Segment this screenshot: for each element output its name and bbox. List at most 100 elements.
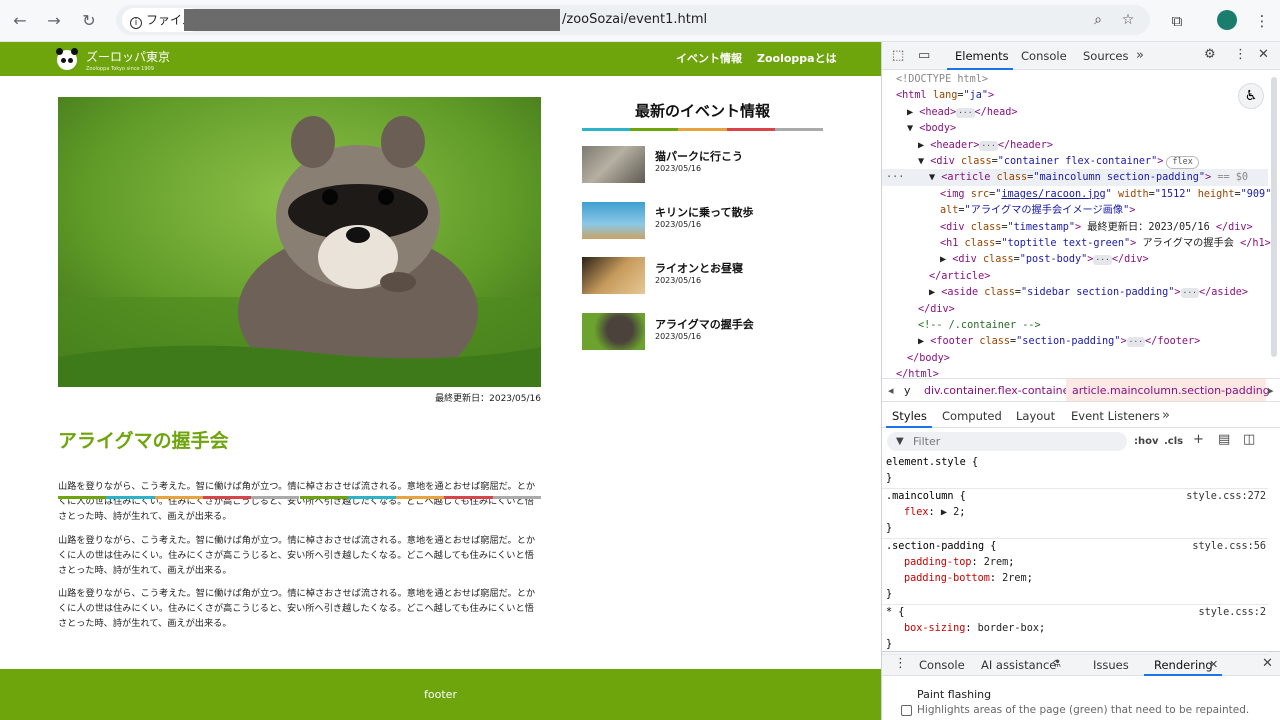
crumb-item-active[interactable]: article.maincolumn.section-padding bbox=[1072, 384, 1270, 397]
selected-row-ellipsis[interactable]: ··· bbox=[886, 170, 904, 186]
reload-icon[interactable]: ↻ bbox=[77, 9, 101, 33]
hero-image-raccoon bbox=[58, 97, 541, 387]
tab-event-listeners[interactable]: Event Listeners bbox=[1071, 409, 1160, 423]
close-icon[interactable]: ✕ bbox=[1258, 48, 1269, 62]
css-source-link[interactable]: style.css:56 bbox=[1192, 541, 1266, 552]
star-icon[interactable]: ☆ bbox=[1116, 8, 1140, 32]
filter-icon: ▼ bbox=[896, 436, 904, 447]
drawer-tab-console[interactable]: Console bbox=[919, 658, 965, 672]
drawer-tab-indicator bbox=[1144, 674, 1222, 676]
rule-divider bbox=[882, 654, 1268, 655]
drawer-tab-issues[interactable]: Issues bbox=[1093, 658, 1129, 672]
css-selector[interactable]: element.style { bbox=[886, 455, 978, 471]
close-tab-icon[interactable]: ✕ bbox=[1209, 658, 1218, 672]
cls-toggle[interactable]: .cls bbox=[1164, 435, 1183, 449]
css-source-link[interactable]: style.css:272 bbox=[1186, 491, 1266, 502]
css-declaration[interactable]: padding-bottom: 2rem; bbox=[904, 571, 1033, 587]
stripe-segment bbox=[154, 496, 203, 499]
active-tab-indicator bbox=[947, 68, 1013, 70]
zoom-icon[interactable]: ⌕ bbox=[1086, 8, 1110, 32]
stripe-segment bbox=[582, 128, 631, 131]
url-path[interactable]: /zooSozai/event1.html bbox=[562, 5, 707, 35]
event-title[interactable]: アライグマの握手会 bbox=[655, 316, 754, 332]
dom-node-line[interactable]: ▼ <div class="container flex-container">… bbox=[918, 154, 1199, 170]
dom-node-line[interactable]: <!-- /.container --> bbox=[918, 318, 1041, 334]
css-selector[interactable]: * { bbox=[886, 605, 904, 621]
more-tabs-icon[interactable]: » bbox=[1136, 49, 1144, 63]
drawer-tab-ai-assistance[interactable]: AI assistance bbox=[981, 658, 1056, 672]
dom-node-line[interactable]: <!DOCTYPE html> bbox=[896, 72, 988, 88]
tab-console[interactable]: Console bbox=[1021, 49, 1067, 63]
css-declaration[interactable]: box-sizing: border-box; bbox=[904, 621, 1045, 637]
more-tabs-icon[interactable]: » bbox=[1162, 409, 1170, 423]
event-title[interactable]: ライオンとお昼寝 bbox=[655, 260, 743, 276]
event-thumb-cat[interactable] bbox=[582, 146, 645, 183]
sidebar-toggle-icon[interactable]: ◫ bbox=[1243, 433, 1255, 447]
tab-layout[interactable]: Layout bbox=[1016, 409, 1055, 423]
extensions-icon[interactable]: ⧉ bbox=[1165, 9, 1189, 33]
paint-flashing-checkbox[interactable] bbox=[901, 705, 912, 716]
menu-icon[interactable]: ⋮ bbox=[1250, 9, 1274, 33]
drawer-menu-icon[interactable]: ⋮ bbox=[894, 657, 907, 671]
dom-node-line[interactable]: ▶ <div class="post-body"> ··· </div> bbox=[940, 252, 1149, 268]
stripe-segment bbox=[630, 128, 679, 131]
css-declaration[interactable]: padding-top: 2rem; bbox=[904, 555, 1014, 571]
nav-link-about[interactable]: Zooloppaとは bbox=[757, 52, 837, 66]
add-rule-icon[interactable]: + bbox=[1193, 433, 1204, 447]
css-declaration[interactable]: flex: ▶ 2; bbox=[904, 505, 965, 521]
panda-logo-icon[interactable] bbox=[56, 48, 78, 70]
accessibility-icon[interactable]: ♿ bbox=[1238, 83, 1264, 109]
back-arrow-icon[interactable]: ← bbox=[8, 9, 32, 33]
tab-elements[interactable]: Elements bbox=[955, 49, 1009, 63]
device-toolbar-icon[interactable]: ▭ bbox=[918, 49, 930, 63]
dom-node-line[interactable]: ▶ <footer class="section-padding"> ··· </f… bbox=[918, 334, 1200, 350]
address-bar[interactable]: i ファイル /zooSozai/event1.html ⌕ ☆ bbox=[116, 5, 1150, 35]
nav-link-events[interactable]: イベント情報 bbox=[676, 52, 742, 66]
dom-node-line[interactable]: <html lang="ja"> bbox=[896, 88, 994, 104]
event-thumb-giraffe[interactable] bbox=[582, 202, 645, 239]
paint-icon[interactable]: ▤ bbox=[1218, 433, 1230, 447]
event-title[interactable]: キリンに乗って散歩 bbox=[655, 204, 753, 220]
dom-node-line[interactable]: </div> bbox=[918, 302, 955, 318]
crumb-item[interactable]: y bbox=[904, 384, 911, 397]
dom-scrollbar[interactable] bbox=[1271, 77, 1277, 357]
dom-node-line[interactable]: <h1 class="toptitle text-green"> アライグマの握… bbox=[940, 236, 1271, 252]
devtools-panel: ⬚ ▭ Elements Console Sources » ⚙ ⋮ ✕ ···… bbox=[881, 42, 1280, 720]
css-source-link[interactable]: style.css:2 bbox=[1199, 607, 1266, 618]
dom-node-line[interactable]: ▼ <article class="maincolumn section-pad… bbox=[929, 170, 1248, 186]
dom-node-line[interactable]: <div class="timestamp"> 最終更新日：2023/05/16… bbox=[940, 220, 1253, 236]
app-root: ← → ↻ i ファイル /zooSozai/event1.html ⌕ ☆ ⧉ … bbox=[0, 0, 1280, 720]
dom-node-line[interactable]: ▶ <aside class="sidebar section-padding"… bbox=[929, 285, 1248, 301]
dom-node-line[interactable]: </body> bbox=[907, 351, 950, 367]
dom-node-line[interactable]: ▶ <header> ··· </header> bbox=[918, 138, 1053, 154]
gear-icon[interactable]: ⚙ bbox=[1204, 48, 1216, 62]
event-thumb-raccoon[interactable] bbox=[582, 313, 645, 350]
hov-toggle[interactable]: :hov bbox=[1134, 435, 1159, 449]
css-rule-close: } bbox=[886, 473, 893, 484]
dom-node-line[interactable]: ▼ <body> bbox=[907, 121, 956, 137]
close-drawer-icon[interactable]: ✕ bbox=[1262, 657, 1273, 671]
event-title[interactable]: 猫パークに行こう bbox=[655, 148, 743, 164]
css-rule-close: } bbox=[886, 639, 893, 650]
kebab-menu-icon[interactable]: ⋮ bbox=[1234, 48, 1247, 62]
profile-icon[interactable] bbox=[1217, 10, 1237, 30]
styles-filter-input[interactable]: Filter bbox=[887, 432, 1127, 451]
dom-node-line[interactable]: </html> bbox=[896, 367, 939, 383]
dom-node-line[interactable]: ▶ <head> ··· </head> bbox=[907, 105, 1017, 121]
css-selector[interactable]: .section-padding { bbox=[886, 539, 996, 555]
crumb-scroll-left-icon[interactable]: ◂ bbox=[888, 384, 894, 397]
forward-arrow-icon[interactable]: → bbox=[42, 9, 66, 33]
css-selector[interactable]: .maincolumn { bbox=[886, 489, 966, 505]
dom-node-line[interactable]: <img src="images/racoon.jpg" width="1512… bbox=[940, 187, 1271, 203]
drawer-tab-rendering[interactable]: Rendering bbox=[1154, 658, 1213, 672]
crumb-item[interactable]: div.container.flex-container bbox=[924, 384, 1074, 397]
site-brand[interactable]: ズーロッパ東京 bbox=[86, 50, 170, 64]
inspect-element-icon[interactable]: ⬚ bbox=[892, 49, 904, 63]
tab-computed[interactable]: Computed bbox=[942, 409, 1002, 423]
dom-node-line[interactable]: </article> bbox=[929, 269, 990, 285]
dom-node-line[interactable]: alt="アライグマの握手会イメージ画像"> bbox=[940, 203, 1135, 219]
tab-sources[interactable]: Sources bbox=[1083, 49, 1129, 63]
tab-styles[interactable]: Styles bbox=[892, 409, 927, 423]
crumb-scroll-right-icon[interactable]: ▸ bbox=[1268, 384, 1274, 397]
event-thumb-lion[interactable] bbox=[582, 257, 645, 294]
